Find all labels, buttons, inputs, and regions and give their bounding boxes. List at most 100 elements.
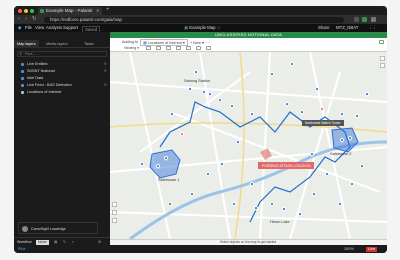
layer-select-text: Locations of Interest [147, 41, 182, 45]
zoom-in-icon[interactable] [380, 56, 385, 61]
safehouse-1-area[interactable] [149, 149, 181, 179]
minimize-window-icon[interactable] [24, 9, 28, 13]
layer-select-icon: ▦ [143, 41, 147, 45]
line-tool-icon[interactable] [166, 46, 171, 50]
live-feed-icon: ≋ [103, 68, 107, 73]
more-options-icon[interactable]: ⋯ [206, 40, 210, 45]
layer-filter-input[interactable]: ⚲ Find... [17, 51, 107, 57]
rectangle-tool-icon[interactable] [186, 46, 191, 50]
tab-map-layers[interactable]: Map layers [14, 40, 39, 48]
layer-item[interactable]: Live Feed - BAS Detection ≋ [19, 82, 107, 88]
layer-label: Intel Data [27, 76, 44, 80]
circle-tool-icon[interactable] [196, 46, 201, 50]
favicon-icon [40, 9, 44, 13]
zoom-out-icon[interactable] [380, 63, 385, 68]
browser-window: Example Map - Palantir × + ‹ › ↻ https:/… [14, 6, 387, 253]
selected-card[interactable]: CamoSight Loadedge [18, 222, 98, 234]
menu-support[interactable]: Support [63, 24, 78, 32]
layer-label: SIGINT Notional [27, 69, 55, 73]
layer-item[interactable]: SIGINT Notional ≋ [19, 68, 107, 74]
menu-analysis[interactable]: Analysis [46, 24, 62, 32]
layers-toggle-icon[interactable] [112, 218, 117, 223]
adding-to-label: Adding to [122, 40, 139, 44]
map-canvas[interactable]: Sabong Station Safehouse 1 Safehouse 2 H… [110, 52, 387, 239]
app-logo-icon[interactable]: ◆ [18, 24, 21, 32]
filter-icon: ⚲ [19, 52, 22, 56]
address-bar: ‹ › ↻ https://redforce.palantir.com/gaia… [14, 15, 387, 24]
layer-item[interactable]: Locations of Interest [19, 89, 107, 95]
sidebar-tabs: Map layers Media layers Tasks [14, 40, 110, 48]
pointer-tool-icon[interactable] [146, 46, 151, 50]
workflow-bar: Workflow None ▤ ✎ ⌖ ⚙ [14, 237, 110, 245]
layer-icon [21, 83, 24, 87]
map-label-heron-lake: Heron Lake [270, 220, 290, 224]
browser-tab-bar: Example Map - Palantir × + [14, 6, 387, 15]
layer-label: Locations of Interest [27, 90, 62, 94]
app-menu-bar: ◆ File View Analysis Support Saved ▣ Exa… [14, 24, 387, 33]
map-label-safehouse-1: Safehouse 1 [158, 178, 180, 182]
compass-icon[interactable] [112, 202, 117, 207]
document-title[interactable]: ▣ Example Map ☆ [184, 24, 221, 32]
close-tab-icon[interactable]: × [96, 7, 99, 15]
live-feed-icon: ≋ [103, 82, 107, 87]
new-button-text: New [193, 41, 201, 45]
layer-icon [21, 69, 24, 73]
text-tool-icon[interactable] [206, 46, 211, 50]
layer-icon [21, 76, 24, 80]
forward-icon[interactable]: › [25, 16, 27, 22]
safehouse-2-area[interactable] [331, 127, 359, 153]
map-label-safehouse-2: Safehouse 2 [330, 152, 352, 156]
layer-select[interactable]: ▦ Locations of Interest ▾ [140, 39, 188, 46]
ruler-icon[interactable] [112, 210, 117, 215]
bottom-bar: Pilot 100% Live [14, 245, 387, 253]
alert-callout[interactable]: POSSIBLE ATTACK LOCATION [258, 162, 315, 169]
browser-menu-icon[interactable] [371, 17, 376, 22]
mode-select[interactable]: Viewing ▾ [124, 46, 139, 50]
new-button[interactable]: + New ▾ [190, 40, 204, 45]
layer-label: Live Feed - BAS Detection [27, 83, 72, 87]
mode-select-text: Viewing [124, 46, 137, 50]
map-doc-icon: ▣ [184, 25, 189, 30]
tab-title: Example Map - Palantir [46, 8, 93, 13]
screenshot-frame: Example Map - Palantir × + ‹ › ↻ https:/… [0, 0, 400, 260]
tower-callout[interactable]: Northwest Watch Tower [302, 120, 344, 126]
close-window-icon[interactable] [18, 9, 22, 13]
workflow-select[interactable]: None [36, 239, 49, 245]
browser-tab[interactable]: Example Map - Palantir × [38, 7, 102, 15]
marker-tool-icon[interactable] [156, 46, 161, 50]
layer-item[interactable]: Intel Data [19, 75, 107, 81]
card-title: CamoSight Loadedge [31, 227, 66, 231]
filter-placeholder: Find... [25, 52, 36, 56]
extension-icon[interactable] [354, 17, 359, 22]
tab-media-layers[interactable]: Media layers [46, 40, 68, 48]
document-title-text: Example Map [189, 25, 216, 30]
maximize-window-icon[interactable] [30, 9, 34, 13]
layer-label: Live Entities [27, 62, 48, 66]
menu-file[interactable]: File [25, 24, 32, 32]
map-label-sabong-station: Sabong Station [184, 79, 210, 83]
tab-tasks[interactable]: Tasks [84, 40, 94, 48]
user-name[interactable]: MTZ_NBAT [336, 24, 358, 32]
sidebar: Map layers Media layers Tasks ⚲ Find... … [14, 32, 110, 245]
card-logo-icon [22, 226, 28, 232]
apps-grid-icon[interactable]: ⋮⋮ [368, 24, 377, 32]
star-icon[interactable]: ☆ [217, 25, 221, 30]
polygon-tool-icon[interactable] [176, 46, 181, 50]
menu-view[interactable]: View [35, 24, 44, 32]
back-icon[interactable]: ‹ [18, 16, 20, 22]
profile-icon[interactable] [362, 17, 367, 22]
map-style-icon[interactable] [379, 40, 384, 44]
mode-label[interactable]: Pilot [18, 245, 25, 253]
live-feed-icon: ≋ [103, 61, 107, 66]
share-button[interactable]: Share [318, 24, 329, 32]
reload-icon[interactable]: ↻ [32, 16, 37, 22]
live-badge[interactable]: Live [366, 246, 377, 252]
zoom-level: 100% [344, 247, 354, 251]
map-toolbar: Adding to ▦ Locations of Interest ▾ + Ne… [110, 38, 387, 52]
map-layer [110, 52, 387, 239]
layer-icon [21, 90, 24, 94]
new-tab-button[interactable]: + [106, 7, 110, 13]
layer-icon [21, 62, 24, 66]
url-field[interactable]: https://redforce.palantir.com/gaia/map [44, 16, 344, 23]
layer-item[interactable]: Live Entities ≋ [19, 61, 107, 67]
